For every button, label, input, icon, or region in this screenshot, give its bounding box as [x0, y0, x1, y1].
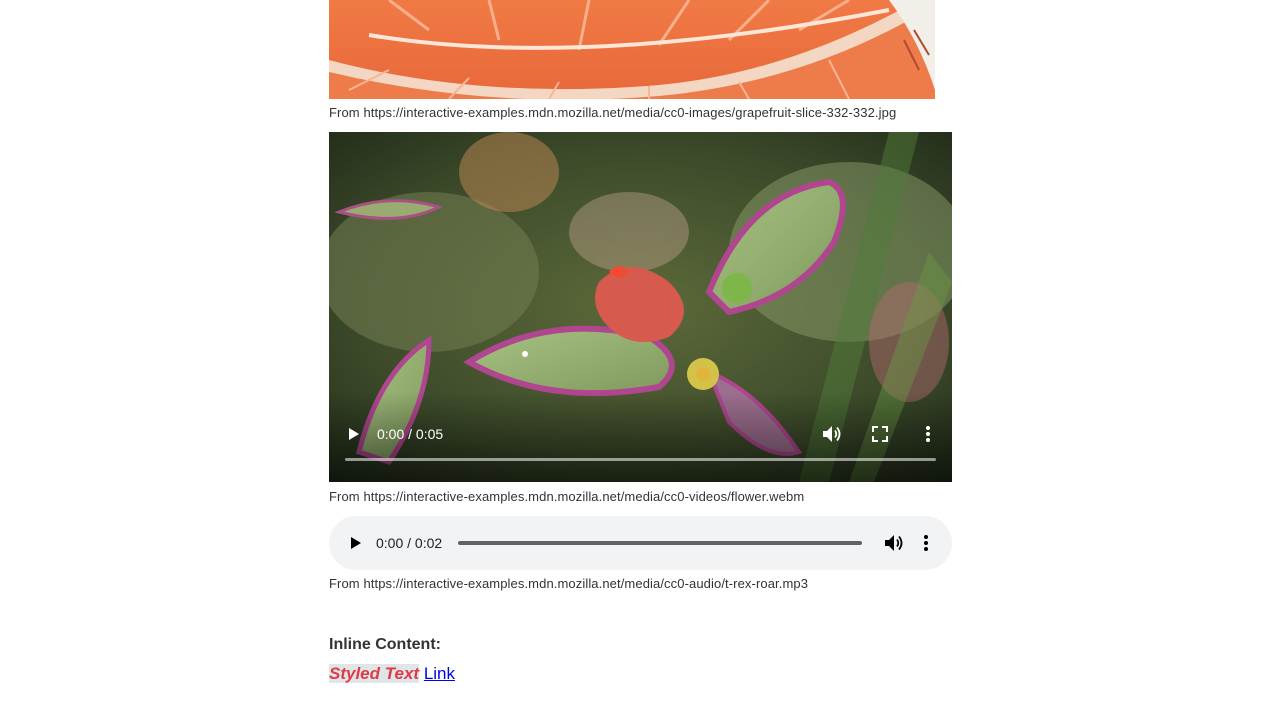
grapefruit-image [329, 0, 935, 99]
fullscreen-icon[interactable] [872, 426, 888, 442]
video-player[interactable]: 0:00 / 0:05 [329, 132, 952, 482]
audio-caption: From https://interactive-examples.mdn.mo… [329, 576, 809, 591]
video-time: 0:00 / 0:05 [377, 426, 444, 442]
volume-icon[interactable] [884, 534, 904, 552]
volume-icon[interactable] [822, 425, 842, 443]
play-icon[interactable] [347, 427, 361, 441]
audio-player[interactable]: 0:00 / 0:02 [329, 516, 952, 570]
inline-content-heading: Inline Content: [329, 636, 441, 653]
more-options-icon[interactable] [921, 534, 931, 552]
more-options-icon[interactable] [923, 425, 933, 443]
play-icon[interactable] [349, 535, 363, 551]
video-caption: From https://interactive-examples.mdn.mo… [329, 489, 805, 504]
audio-progress-bar[interactable] [458, 541, 862, 545]
image-caption: From https://interactive-examples.mdn.mo… [329, 105, 897, 120]
inline-content-row: Styled Text Link [329, 664, 455, 684]
page: From https://interactive-examples.mdn.mo… [0, 0, 1280, 720]
styled-text: Styled Text [329, 664, 420, 683]
video-progress-bar[interactable] [345, 458, 936, 461]
audio-time: 0:00 / 0:02 [376, 535, 443, 551]
inline-link[interactable]: Link [424, 664, 455, 683]
